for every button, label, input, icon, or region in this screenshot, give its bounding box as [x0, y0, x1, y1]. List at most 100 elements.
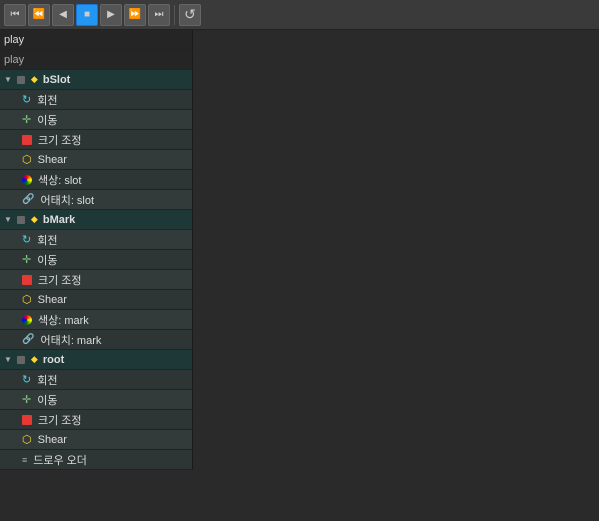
- track-name-bmark-attach: 어태치: mark: [40, 332, 101, 348]
- track-label-bmark-move[interactable]: ✛ 이동: [0, 250, 193, 270]
- visibility-icon[interactable]: [17, 216, 25, 224]
- track-label-bslot-scale[interactable]: 크기 조정: [0, 130, 193, 150]
- track-name-bmark-rotate: 회전: [37, 232, 57, 248]
- back-button[interactable]: ◀: [52, 4, 74, 26]
- track-row-bslot-scale: 크기 조정: [0, 130, 193, 150]
- rotate-icon: ↻: [22, 373, 31, 386]
- track-row-bmark-header: ▼ ◆ bMark: [0, 210, 193, 230]
- track-name-bmark-shear: Shear: [38, 294, 67, 306]
- track-row-bmark-move: ✛ 이동: [0, 250, 193, 270]
- track-row-bmark-scale: 크기 조정: [0, 270, 193, 290]
- track-name-root-scale: 크기 조정: [38, 412, 82, 428]
- loop-button[interactable]: ↺: [179, 4, 201, 26]
- track-label-root-shear[interactable]: ⬡ Shear: [0, 430, 193, 450]
- track-label-bslot-attach[interactable]: 🔗 어태치: slot: [0, 190, 193, 210]
- shear-icon: ⬡: [22, 433, 32, 446]
- section-icon: ◆: [31, 74, 38, 85]
- track-name-root-shear: Shear: [38, 434, 67, 446]
- drow-icon: ≡: [22, 455, 27, 465]
- track-label-bmark-header[interactable]: ▼ ◆ bMark: [0, 210, 193, 230]
- track-row-root-drowaudio: ≡ 드로우 오더: [0, 450, 193, 470]
- track-row-bslot-header: ▼ ◆ bSlot: [0, 70, 193, 90]
- track-label-bmark-attach[interactable]: 🔗 어태치: mark: [0, 330, 193, 350]
- track-row-bslot-shear: ⬡ Shear: [0, 150, 193, 170]
- track-label-bmark-color[interactable]: 색상: mark: [0, 310, 193, 330]
- next-button[interactable]: ⏩: [124, 4, 146, 26]
- main-layout: play 0510152025303540 play▼◆bSlot↻회전✛이동크…: [0, 30, 599, 521]
- track-label-root-header[interactable]: ▼ ◆ root: [0, 350, 193, 370]
- track-row-root-rotate: ↻ 회전: [0, 370, 193, 390]
- move-icon: ✛: [22, 113, 31, 126]
- track-label-root-drowaudio[interactable]: ≡ 드로우 오더: [0, 450, 193, 470]
- track-label-bslot-header[interactable]: ▼ ◆ bSlot: [0, 70, 193, 90]
- track-name-bmark-move: 이동: [37, 252, 57, 268]
- scale-icon: [22, 135, 32, 145]
- track-name-root-rotate: 회전: [37, 372, 57, 388]
- move-icon: ✛: [22, 393, 31, 406]
- track-label-bmark-shear[interactable]: ⬡ Shear: [0, 290, 193, 310]
- track-label-bslot-rotate[interactable]: ↻ 회전: [0, 90, 193, 110]
- track-row-bmark-shear: ⬡ Shear: [0, 290, 193, 310]
- visibility-icon[interactable]: [17, 76, 25, 84]
- ruler-left: play: [0, 30, 193, 50]
- section-icon: ◆: [31, 214, 38, 225]
- prev-start-button[interactable]: ⏮: [4, 4, 26, 26]
- track-label-root-move[interactable]: ✛ 이동: [0, 390, 193, 410]
- track-list[interactable]: play 0510152025303540 play▼◆bSlot↻회전✛이동크…: [0, 30, 193, 501]
- rotate-icon: ↻: [22, 233, 31, 246]
- track-name-root-move: 이동: [37, 392, 57, 408]
- section-icon: ◆: [31, 354, 38, 365]
- expand-icon[interactable]: ▼: [4, 355, 12, 364]
- track-row-bslot-color: 색상: slot: [0, 170, 193, 190]
- scale-icon: [22, 275, 32, 285]
- scale-icon: [22, 415, 32, 425]
- track-row-play-row: play: [0, 50, 193, 70]
- track-name-root-drowaudio: 드로우 오더: [33, 452, 87, 468]
- track-name-bslot-shear: Shear: [38, 154, 67, 166]
- track-label-bslot-color[interactable]: 색상: slot: [0, 170, 193, 190]
- track-label-bmark-scale[interactable]: 크기 조정: [0, 270, 193, 290]
- track-row-bslot-rotate: ↻ 회전: [0, 90, 193, 110]
- prev-button[interactable]: ⏪: [28, 4, 50, 26]
- forward-button[interactable]: ▶: [100, 4, 122, 26]
- track-row-root-shear: ⬡ Shear: [0, 430, 193, 450]
- play-label: play: [4, 34, 24, 46]
- track-name-bslot-move: 이동: [37, 112, 57, 128]
- track-row-root-header: ▼ ◆ root: [0, 350, 193, 370]
- ruler-row: play 0510152025303540: [0, 30, 193, 50]
- section-label: bMark: [43, 214, 75, 226]
- color-icon: [22, 175, 32, 185]
- track-row-bslot-attach: 🔗 어태치: slot: [0, 190, 193, 210]
- track-label-root-rotate[interactable]: ↻ 회전: [0, 370, 193, 390]
- track-row-root-scale: 크기 조정: [0, 410, 193, 430]
- track-row-bslot-move: ✛ 이동: [0, 110, 193, 130]
- track-label-bslot-move[interactable]: ✛ 이동: [0, 110, 193, 130]
- toolbar: ⏮ ⏪ ◀ ■ ▶ ⏩ ⏭ ↺: [0, 0, 599, 30]
- attach-icon: 🔗: [22, 334, 34, 345]
- track-label-root-scale[interactable]: 크기 조정: [0, 410, 193, 430]
- stop-button[interactable]: ■: [76, 4, 98, 26]
- track-row-root-move: ✛ 이동: [0, 390, 193, 410]
- expand-icon[interactable]: ▼: [4, 75, 12, 84]
- track-name-bslot-attach: 어태치: slot: [40, 192, 94, 208]
- shear-icon: ⬡: [22, 153, 32, 166]
- next-end-button[interactable]: ⏭: [148, 4, 170, 26]
- rotate-icon: ↻: [22, 93, 31, 106]
- toolbar-separator: [174, 5, 175, 25]
- track-row-bmark-attach: 🔗 어태치: mark: [0, 330, 193, 350]
- move-icon: ✛: [22, 253, 31, 266]
- track-label-bmark-rotate[interactable]: ↻ 회전: [0, 230, 193, 250]
- track-label-bslot-shear[interactable]: ⬡ Shear: [0, 150, 193, 170]
- track-label-play-row[interactable]: play: [0, 50, 193, 70]
- track-name-bslot-rotate: 회전: [37, 92, 57, 108]
- track-name-bslot-color: 색상: slot: [38, 172, 81, 188]
- track-name-bmark-color: 색상: mark: [38, 312, 89, 328]
- visibility-icon[interactable]: [17, 356, 25, 364]
- track-row-bmark-rotate: ↻ 회전: [0, 230, 193, 250]
- expand-icon[interactable]: ▼: [4, 215, 12, 224]
- shear-icon: ⬡: [22, 293, 32, 306]
- section-label: bSlot: [43, 74, 71, 86]
- play-text: play: [4, 54, 24, 66]
- section-label: root: [43, 354, 64, 366]
- attach-icon: 🔗: [22, 194, 34, 205]
